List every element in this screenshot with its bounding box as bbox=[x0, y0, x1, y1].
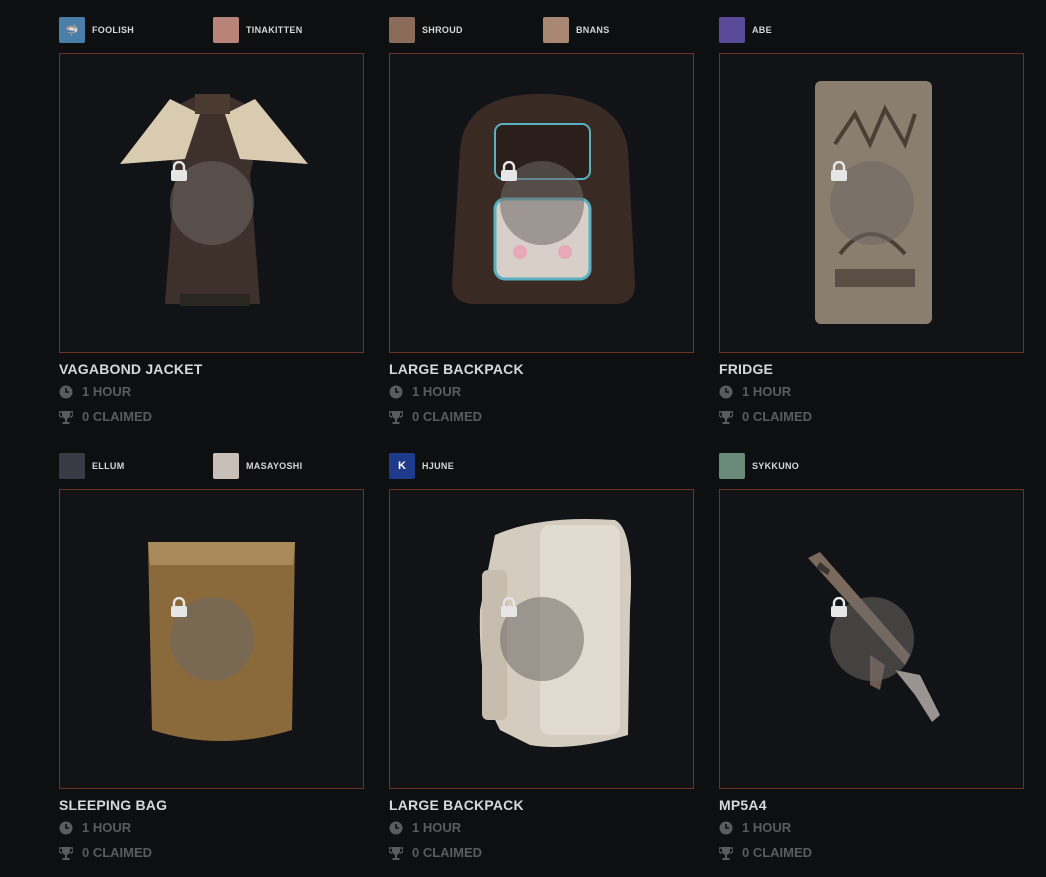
duration-text: 1 HOUR bbox=[82, 820, 132, 835]
streamer-list: ABE bbox=[719, 17, 1024, 49]
lock-overlay bbox=[500, 161, 584, 245]
drop-card[interactable]: ABE FRIDGE 1 HOUR 0 CLAIMED bbox=[719, 17, 1024, 424]
avatar bbox=[719, 17, 745, 43]
streamer-masayoshi[interactable]: MASAYOSHI bbox=[213, 453, 302, 479]
lock-overlay bbox=[830, 597, 914, 681]
streamer-list: 🦈 FOOLISH TINAKITTEN bbox=[59, 17, 364, 49]
item-image[interactable] bbox=[389, 489, 694, 789]
avatar: 🦈 bbox=[59, 17, 85, 43]
drop-card[interactable]: 🦈 FOOLISH TINAKITTEN VAGABOND JACKET 1 H… bbox=[59, 17, 364, 424]
item-image[interactable] bbox=[389, 53, 694, 353]
streamer-list: SYKKUNO bbox=[719, 453, 1024, 485]
lock-icon bbox=[501, 161, 517, 181]
streamer-name: BNANS bbox=[576, 25, 610, 35]
streamer-name: SYKKUNO bbox=[752, 461, 800, 471]
streamer-sykkuno[interactable]: SYKKUNO bbox=[719, 453, 799, 479]
streamer-ellum[interactable]: ELLUM bbox=[59, 453, 125, 479]
streamer-name: MASAYOSHI bbox=[246, 461, 303, 471]
item-image[interactable] bbox=[719, 489, 1024, 789]
duration: 1 HOUR bbox=[59, 384, 131, 399]
streamer-tinakitten[interactable]: TINAKITTEN bbox=[213, 17, 303, 43]
streamer-name: TINAKITTEN bbox=[246, 25, 303, 35]
streamer-abe[interactable]: ABE bbox=[719, 17, 772, 43]
streamer-name: ELLUM bbox=[92, 461, 125, 471]
avatar bbox=[59, 453, 85, 479]
claim-count: 0 CLAIMED bbox=[59, 845, 152, 860]
item-title: MP5A4 bbox=[719, 797, 767, 813]
streamer-name: ABE bbox=[752, 25, 772, 35]
clock-icon bbox=[389, 385, 403, 399]
drop-card[interactable]: SHROUD BNANS LARGE BACKPACK 1 HOUR 0 CLA… bbox=[389, 17, 694, 424]
lock-icon bbox=[171, 597, 187, 617]
claim-count: 0 CLAIMED bbox=[59, 409, 152, 424]
streamer-bnans[interactable]: BNANS bbox=[543, 17, 610, 43]
duration: 1 HOUR bbox=[59, 820, 131, 835]
lock-icon bbox=[501, 597, 517, 617]
duration-text: 1 HOUR bbox=[742, 384, 792, 399]
claim-text: 0 CLAIMED bbox=[412, 409, 483, 424]
avatar bbox=[213, 17, 239, 43]
clock-icon bbox=[719, 821, 733, 835]
avatar bbox=[719, 453, 745, 479]
streamer-hjune[interactable]: K HJUNE bbox=[389, 453, 454, 479]
claim-text: 0 CLAIMED bbox=[82, 409, 153, 424]
item-title: FRIDGE bbox=[719, 361, 774, 377]
duration: 1 HOUR bbox=[719, 820, 791, 835]
duration: 1 HOUR bbox=[389, 384, 461, 399]
claim-text: 0 CLAIMED bbox=[742, 845, 813, 860]
avatar: K bbox=[389, 453, 415, 479]
streamer-name: HJUNE bbox=[422, 461, 455, 471]
avatar bbox=[389, 17, 415, 43]
avatar bbox=[543, 17, 569, 43]
duration: 1 HOUR bbox=[389, 820, 461, 835]
lock-icon bbox=[171, 161, 187, 181]
duration-text: 1 HOUR bbox=[742, 820, 792, 835]
item-image[interactable] bbox=[59, 53, 364, 353]
item-title: LARGE BACKPACK bbox=[389, 361, 524, 377]
claim-text: 0 CLAIMED bbox=[742, 409, 813, 424]
claim-count: 0 CLAIMED bbox=[719, 409, 812, 424]
claim-text: 0 CLAIMED bbox=[412, 845, 483, 860]
trophy-icon bbox=[59, 410, 73, 424]
streamer-list: K HJUNE bbox=[389, 453, 694, 485]
claim-count: 0 CLAIMED bbox=[719, 845, 812, 860]
drop-card[interactable]: K HJUNE LARGE BACKPACK 1 HOUR 0 CLAIMED bbox=[389, 453, 694, 860]
item-title: LARGE BACKPACK bbox=[389, 797, 524, 813]
lock-icon bbox=[831, 161, 847, 181]
trophy-icon bbox=[59, 846, 73, 860]
clock-icon bbox=[719, 385, 733, 399]
trophy-icon bbox=[389, 410, 403, 424]
lock-overlay bbox=[830, 161, 914, 245]
lock-overlay bbox=[170, 597, 254, 681]
lock-icon bbox=[831, 597, 847, 617]
streamer-shroud[interactable]: SHROUD bbox=[389, 17, 463, 43]
duration-text: 1 HOUR bbox=[82, 384, 132, 399]
streamer-list: SHROUD BNANS bbox=[389, 17, 694, 49]
clock-icon bbox=[389, 821, 403, 835]
streamer-name: FOOLISH bbox=[92, 25, 135, 35]
trophy-icon bbox=[719, 410, 733, 424]
streamer-name: SHROUD bbox=[422, 25, 463, 35]
duration-text: 1 HOUR bbox=[412, 384, 462, 399]
item-title: VAGABOND JACKET bbox=[59, 361, 203, 377]
clock-icon bbox=[59, 385, 73, 399]
clock-icon bbox=[59, 821, 73, 835]
claim-text: 0 CLAIMED bbox=[82, 845, 153, 860]
avatar bbox=[213, 453, 239, 479]
claim-count: 0 CLAIMED bbox=[389, 845, 482, 860]
claim-count: 0 CLAIMED bbox=[389, 409, 482, 424]
trophy-icon bbox=[719, 846, 733, 860]
item-image[interactable] bbox=[59, 489, 364, 789]
drop-card[interactable]: SYKKUNO MP5A4 1 HOUR 0 CLAIMED bbox=[719, 453, 1024, 860]
lock-overlay bbox=[500, 597, 584, 681]
lock-overlay bbox=[170, 161, 254, 245]
duration: 1 HOUR bbox=[719, 384, 791, 399]
drop-card[interactable]: ELLUM MASAYOSHI SLEEPING BAG 1 HOUR 0 CL… bbox=[59, 453, 364, 860]
item-image[interactable] bbox=[719, 53, 1024, 353]
streamer-foolish[interactable]: 🦈 FOOLISH bbox=[59, 17, 134, 43]
streamer-list: ELLUM MASAYOSHI bbox=[59, 453, 364, 485]
duration-text: 1 HOUR bbox=[412, 820, 462, 835]
item-title: SLEEPING BAG bbox=[59, 797, 168, 813]
trophy-icon bbox=[389, 846, 403, 860]
